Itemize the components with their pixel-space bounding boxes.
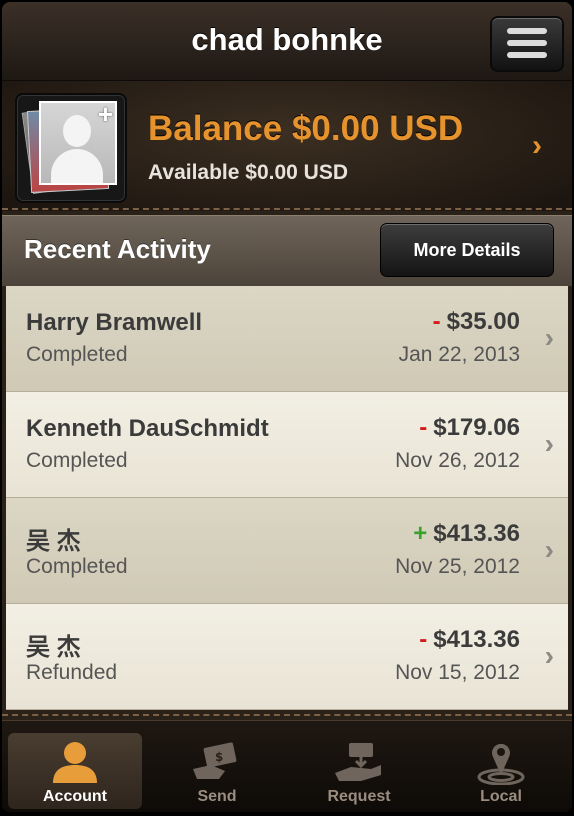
- divider: [2, 208, 572, 210]
- tab-label: Request: [327, 788, 391, 805]
- tab-label: Send: [197, 788, 237, 805]
- transaction-status: Completed: [26, 343, 128, 366]
- transaction-date: Jan 22, 2013: [398, 343, 520, 366]
- plus-icon: +: [97, 99, 113, 129]
- balance-amount: Balance $0.00 USD: [148, 109, 464, 148]
- divider: [2, 714, 572, 716]
- transaction-status: Refunded: [26, 661, 118, 684]
- transaction-name: Kenneth DauSchmidt: [26, 415, 269, 442]
- transaction-status: Completed: [26, 449, 128, 472]
- transaction-amount: - $179.06: [419, 414, 520, 442]
- amount-sign: -: [419, 626, 428, 653]
- amount-value: $413.36: [433, 520, 520, 547]
- transaction-row[interactable]: 吴 杰 Completed + $413.36 Nov 25, 2012 ›: [6, 498, 568, 604]
- amount-value: $179.06: [433, 414, 520, 441]
- transaction-amount: - $35.00: [433, 308, 520, 336]
- avatar-placeholder-icon: +: [39, 99, 117, 185]
- amount-sign: +: [413, 520, 428, 547]
- chevron-right-icon: ›: [544, 428, 554, 459]
- transaction-amount: + $413.36: [413, 520, 520, 548]
- menu-button[interactable]: [490, 16, 564, 72]
- tab-account[interactable]: Account: [8, 733, 142, 809]
- section-title: Recent Activity: [24, 234, 211, 264]
- transaction-row[interactable]: 吴 杰 Refunded - $413.36 Nov 15, 2012 ›: [6, 604, 568, 710]
- amount-sign: -: [419, 414, 428, 441]
- balance-panel[interactable]: + Balance $0.00 USD Available $0.00 USD …: [2, 81, 572, 211]
- transaction-row[interactable]: Kenneth DauSchmidt Completed - $179.06 No…: [6, 392, 568, 498]
- more-details-button[interactable]: More Details: [380, 223, 554, 277]
- svg-text:$: $: [215, 750, 223, 764]
- transaction-name: 吴 杰: [26, 528, 81, 555]
- recent-activity-header: Recent Activity More Details: [2, 215, 572, 287]
- transaction-date: Nov 26, 2012: [395, 449, 520, 472]
- transaction-name: Harry Bramwell: [26, 309, 203, 336]
- tab-label: Account: [43, 788, 107, 805]
- chevron-right-icon: ›: [544, 640, 554, 671]
- account-icon: [53, 742, 97, 783]
- transaction-row[interactable]: Harry Bramwell Completed - $35.00 Jan 22,…: [6, 286, 568, 392]
- request-money-icon: [335, 743, 381, 781]
- navigation-bar: chad bohnke: [2, 2, 572, 81]
- app-screen: chad bohnke + Balance $0.00 USD Availabl…: [2, 2, 572, 812]
- transaction-date: Nov 15, 2012: [395, 661, 520, 684]
- local-pin-icon: [477, 743, 525, 785]
- tab-local[interactable]: Local: [434, 733, 568, 809]
- transaction-date: Nov 25, 2012: [395, 555, 520, 578]
- amount-sign: -: [432, 308, 441, 335]
- tab-request[interactable]: Request: [292, 733, 426, 809]
- transaction-name: 吴 杰: [26, 634, 81, 661]
- chevron-right-icon: ›: [544, 322, 554, 353]
- amount-value: $35.00: [446, 308, 520, 335]
- chevron-right-icon: ›: [544, 534, 554, 565]
- chevron-right-icon: ›: [532, 129, 542, 162]
- transaction-amount: - $413.36: [419, 626, 520, 654]
- transaction-list: Harry Bramwell Completed - $35.00 Jan 22,…: [6, 286, 568, 710]
- send-money-icon: $: [193, 742, 237, 779]
- tab-send[interactable]: $ Send: [150, 733, 284, 809]
- add-photo-avatar[interactable]: +: [15, 93, 127, 203]
- tab-label: Local: [480, 788, 522, 805]
- account-owner-name: chad bohnke: [191, 22, 383, 57]
- available-balance: Available $0.00 USD: [148, 161, 348, 184]
- amount-value: $413.36: [433, 626, 520, 653]
- transaction-status: Completed: [26, 555, 128, 578]
- tab-bar: Account $ Send Request Local: [2, 720, 572, 812]
